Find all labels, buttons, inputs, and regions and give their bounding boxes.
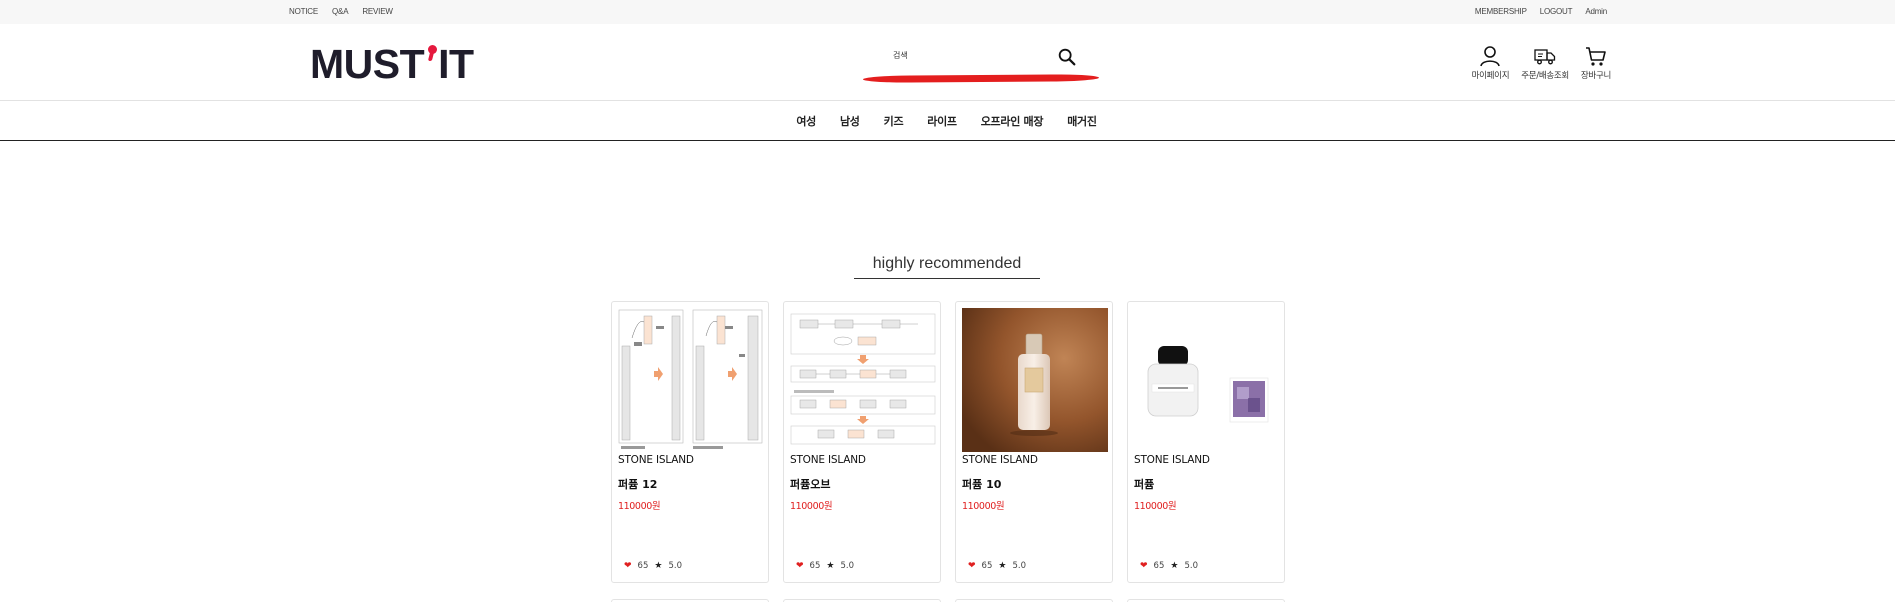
nav-item-magazine[interactable]: 매거진 [1067, 113, 1097, 129]
product-price: 110000원 [962, 501, 1005, 512]
product-card[interactable]: STONE ISLAND 퍼퓸 110000원 ❤ 65 ★ 5.0 [1127, 301, 1285, 583]
product-card[interactable]: STONE ISLAND 퍼퓸 10 110000원 ❤ 65 ★ 5.0 [955, 301, 1113, 583]
notice-link[interactable]: NOTICE [289, 7, 318, 16]
section-title: highly recommended [872, 255, 1022, 272]
star-icon: ★ [826, 561, 835, 571]
product-card[interactable]: STONE ISLAND 퍼퓸 12 110000원 ❤ 65 ★ 5.0 [611, 301, 769, 583]
topbar-right-links: MEMBERSHIP LOGOUT Admin [1475, 7, 1607, 16]
category-nav: 여성 남성 키즈 라이프 오프라인 매장 매거진 [0, 101, 1895, 141]
flowchart-thumbnail [790, 313, 936, 445]
product-grid: STONE ISLAND 퍼퓸 12 110000원 ❤ 65 ★ 5.0 ST… [611, 301, 1285, 583]
order-tracking-label: 주문/배송조회 [1521, 71, 1569, 81]
section-title-underline [854, 278, 1040, 279]
product-name: 퍼퓸 10 [962, 478, 1002, 491]
cart-icon [1585, 47, 1606, 66]
mypage-button[interactable]: 마이페이지 [1472, 44, 1510, 81]
star-icon: ★ [654, 561, 663, 571]
like-count: 65 [637, 561, 649, 571]
product-image [618, 308, 764, 452]
product-name: 퍼퓸 12 [618, 478, 658, 491]
category-nav-list: 여성 남성 키즈 라이프 오프라인 매장 매거진 [0, 101, 1895, 129]
nav-item-men[interactable]: 남성 [840, 113, 860, 129]
section-heading: highly recommended [854, 255, 1040, 279]
product-meta: ❤ 65 ★ 5.0 [968, 561, 1026, 571]
mypage-label: 마이페이지 [1471, 71, 1510, 81]
rating-value: 5.0 [668, 561, 682, 571]
truck-icon [1534, 49, 1556, 65]
logout-link[interactable]: LOGOUT [1540, 7, 1573, 16]
topbar-left-links: NOTICE Q&A REVIEW [289, 7, 393, 16]
search-box [862, 40, 1100, 83]
product-name: 퍼퓸 [1134, 478, 1155, 491]
product-brand: STONE ISLAND [1134, 454, 1210, 466]
review-link[interactable]: REVIEW [362, 7, 393, 16]
product-image [962, 308, 1108, 452]
product-meta: ❤ 65 ★ 5.0 [796, 561, 854, 571]
order-tracking-button[interactable]: 주문/배송조회 [1521, 44, 1569, 81]
product-brand: STONE ISLAND [618, 454, 694, 466]
membership-link[interactable]: MEMBERSHIP [1475, 7, 1527, 16]
cart-button[interactable]: 장바구니 [1581, 44, 1611, 81]
star-icon: ★ [998, 561, 1007, 571]
heart-icon[interactable]: ❤ [1140, 561, 1148, 571]
search-input[interactable] [893, 51, 1043, 60]
product-card[interactable]: STONE ISLAND 퍼퓸오브 110000원 ❤ 65 ★ 5.0 [783, 301, 941, 583]
like-count: 65 [809, 561, 821, 571]
heart-icon[interactable]: ❤ [796, 561, 804, 571]
admin-link[interactable]: Admin [1585, 7, 1607, 16]
cart-label: 장바구니 [1580, 71, 1611, 81]
like-count: 65 [1153, 561, 1165, 571]
product-name: 퍼퓸오브 [790, 478, 831, 491]
qna-link[interactable]: Q&A [332, 7, 349, 16]
user-icon [1480, 46, 1501, 67]
rating-value: 5.0 [1184, 561, 1198, 571]
logo-apostrophe-mark [425, 44, 438, 84]
search-underline-highlight [862, 74, 1100, 83]
site-logo[interactable]: MUST IT [310, 42, 474, 86]
search-icon [1058, 48, 1076, 66]
diagram-thumbnail [618, 309, 763, 449]
site-header: MUST IT 마이페이지 [0, 24, 1895, 101]
rating-value: 5.0 [1012, 561, 1026, 571]
product-price: 110000원 [790, 501, 833, 512]
perfume-bottle-photo [962, 308, 1108, 452]
nav-item-life[interactable]: 라이프 [927, 113, 957, 129]
product-price: 110000원 [618, 501, 661, 512]
nav-item-kids[interactable]: 키즈 [884, 113, 904, 129]
perfume-bottle-photo [1134, 308, 1280, 452]
product-brand: STONE ISLAND [962, 454, 1038, 466]
nav-item-women[interactable]: 여성 [796, 113, 816, 129]
heart-icon[interactable]: ❤ [968, 561, 976, 571]
product-brand: STONE ISLAND [790, 454, 866, 466]
top-utility-bar: NOTICE Q&A REVIEW MEMBERSHIP LOGOUT Admi… [0, 0, 1895, 24]
product-price: 110000원 [1134, 501, 1177, 512]
logo-text-it: IT [438, 40, 474, 87]
product-image [790, 308, 936, 452]
product-meta: ❤ 65 ★ 5.0 [1140, 561, 1198, 571]
product-image [1134, 308, 1280, 452]
heart-icon[interactable]: ❤ [624, 561, 632, 571]
rating-value: 5.0 [840, 561, 854, 571]
logo-text-must: MUST [310, 40, 425, 87]
header-icon-menu: 마이페이지 주문/배송조회 장바구니 [1472, 44, 1611, 81]
star-icon: ★ [1170, 561, 1179, 571]
product-meta: ❤ 65 ★ 5.0 [624, 561, 682, 571]
like-count: 65 [981, 561, 993, 571]
nav-item-offline-store[interactable]: 오프라인 매장 [981, 113, 1044, 129]
search-button[interactable] [1056, 46, 1078, 68]
